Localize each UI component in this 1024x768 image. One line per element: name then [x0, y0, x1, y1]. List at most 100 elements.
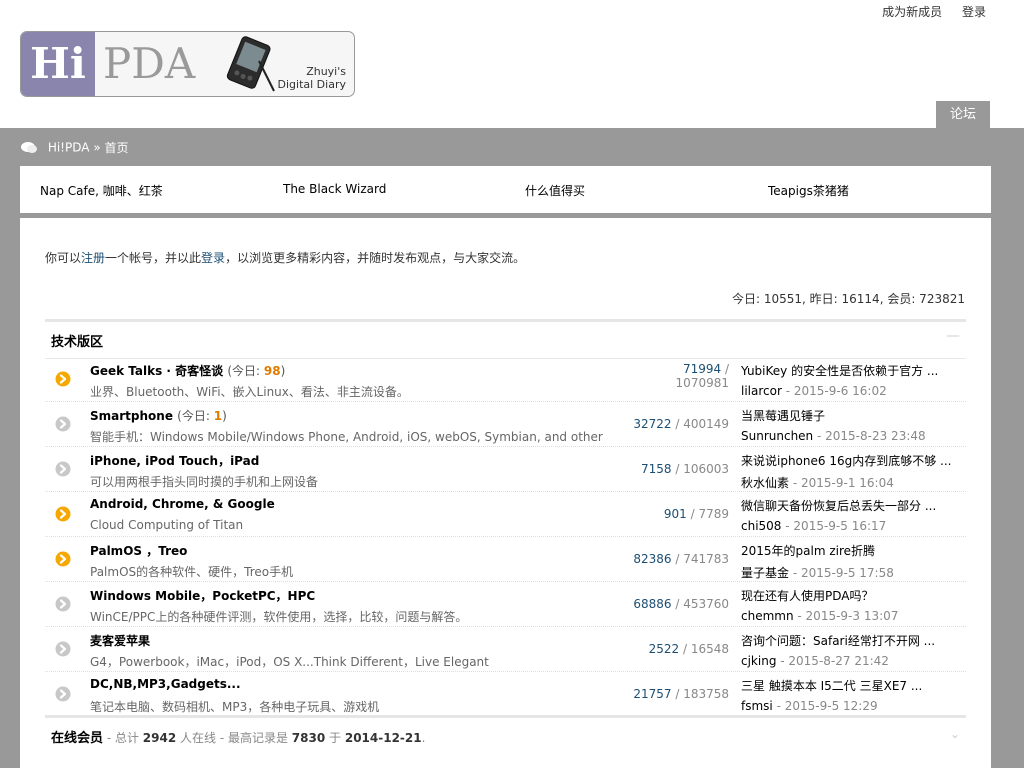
- forum-status-icon: [55, 551, 71, 567]
- forum-name[interactable]: Smartphone (今日: 1): [90, 407, 227, 424]
- today-close: ): [222, 409, 227, 423]
- last-post-user[interactable]: lilarcor: [741, 384, 782, 398]
- forum-today: (今日: 1): [177, 409, 227, 423]
- post-count: 106003: [683, 462, 729, 476]
- forum-description: G4，Powerbook，iMac，iPod，OS X...Think Diff…: [90, 655, 489, 669]
- section-title[interactable]: 技术版区: [51, 331, 103, 350]
- site-logo[interactable]: Hi PDA Zhuyi's Digital Diary: [20, 31, 355, 97]
- last-post-time: 2015-9-6 16:02: [793, 384, 887, 398]
- login-link[interactable]: 登录: [962, 5, 986, 19]
- last-post-title[interactable]: 现在还有人使用PDA吗？: [741, 587, 963, 604]
- last-post: 三星 触摸本本 I5二代 三星XE7 ... fsmsi - 2015-9-5 1…: [741, 677, 963, 713]
- forum-title[interactable]: Smartphone: [90, 409, 173, 423]
- user-links: 成为新成员 登录: [866, 3, 986, 20]
- forum-counts: 21757 / 183758: [633, 687, 729, 701]
- forum-name[interactable]: Geek Talks · 奇客怪谈 (今日: 98): [90, 362, 285, 379]
- post-count: 453760: [683, 597, 729, 611]
- forum-name[interactable]: PalmOS ，Treo: [90, 542, 187, 559]
- breadcrumb: Hi!PDA » 首页: [20, 139, 129, 156]
- post-count: 741783: [683, 552, 729, 566]
- online-members: 在线会员 - 总计 2942 人在线 - 最高记录是 7830 于 2014-1…: [45, 715, 966, 750]
- today-label: (今日:: [177, 409, 214, 423]
- forum-title[interactable]: Windows Mobile，PocketPC，HPC: [90, 589, 315, 603]
- last-post-title[interactable]: 2015年的palm zire折腾: [741, 542, 963, 559]
- forum-description: Cloud Computing of Titan: [90, 518, 244, 532]
- last-post: 微信聊天备份恢复后总丢失一部分 ... chi508 - 2015-9-5 16:…: [741, 497, 963, 533]
- last-post-meta: cjking - 2015-8-27 21:42: [741, 654, 889, 668]
- last-post-meta: chemmn - 2015-9-3 13:07: [741, 609, 899, 623]
- forum-name[interactable]: DC,NB,MP3,Gadgets...: [90, 677, 241, 691]
- forum-row: Windows Mobile，PocketPC，HPC WinCE/PPC上的各…: [45, 582, 966, 627]
- forum-row: PalmOS ，Treo PalmOS的各种软件、硬件，Treo手机 82386 …: [45, 537, 966, 582]
- online-record-date: 2014-12-21: [344, 731, 422, 745]
- breadcrumb-home[interactable]: Hi!PDA: [48, 141, 90, 155]
- forum-title[interactable]: 麦客爱苹果: [90, 634, 150, 648]
- post-count: 1070981: [675, 376, 729, 390]
- last-post-title[interactable]: 微信聊天备份恢复后总丢失一部分 ...: [741, 497, 963, 514]
- last-post-title[interactable]: 三星 触摸本本 I5二代 三星XE7 ...: [741, 677, 963, 694]
- tab-forum[interactable]: 论坛: [936, 101, 990, 128]
- forum-title[interactable]: PalmOS ，Treo: [90, 544, 187, 558]
- last-post-title[interactable]: 当黑莓遇见锤子: [741, 407, 963, 424]
- quick-links-bar: Nap Cafe, 咖啡、红茶 The Black Wizard 什么值得买 T…: [20, 166, 991, 213]
- last-post-time: 2015-8-23 23:48: [825, 429, 926, 443]
- last-post-title[interactable]: 咨询个问题：Safari经常打不开网 ...: [741, 632, 963, 649]
- last-post-title[interactable]: YubiKey 的安全性是否依赖于官方 ...: [741, 362, 963, 379]
- logo-subtitle-2: Digital Diary: [277, 78, 346, 91]
- last-post-meta: 量子基金 - 2015-9-5 17:58: [741, 566, 894, 580]
- quick-link-black-wizard[interactable]: The Black Wizard: [283, 182, 386, 196]
- forum-title[interactable]: Android, Chrome, & Google: [90, 497, 275, 511]
- forum-today: (今日: 98): [227, 364, 285, 378]
- forum-status-icon: [55, 371, 71, 387]
- online-text-1: - 总计: [103, 731, 143, 745]
- forum-name[interactable]: iPhone, iPod Touch，iPad: [90, 452, 259, 469]
- post-count: 400149: [683, 417, 729, 431]
- forum-title[interactable]: Geek Talks · 奇客怪谈: [90, 364, 223, 378]
- last-post-user[interactable]: chi508: [741, 519, 781, 533]
- last-post-user[interactable]: fsmsi: [741, 699, 773, 713]
- forum-description: PalmOS的各种软件、硬件，Treo手机: [90, 565, 294, 579]
- forum-description: 可以用两根手指头同时摸的手机和上网设备: [90, 475, 319, 489]
- header: 成为新成员 登录 Hi PDA Zhuyi's Digital Diary 论坛: [0, 0, 1024, 128]
- forum-row: Smartphone (今日: 1) 智能手机：Windows Mobile/Wi…: [45, 402, 966, 447]
- quick-link-nap-cafe[interactable]: Nap Cafe, 咖啡、红茶: [40, 182, 163, 199]
- thread-count: 21757: [633, 687, 672, 701]
- forum-counts: 71994 / 1070981: [675, 362, 729, 390]
- register-link[interactable]: 成为新成员: [882, 5, 942, 19]
- forum-status-icon: [55, 641, 71, 657]
- expand-icon[interactable]: ⌄: [950, 727, 960, 741]
- last-post-user[interactable]: Sunrunchen: [741, 429, 813, 443]
- quick-link-teapigs[interactable]: Teapigs茶猪猪: [768, 182, 849, 199]
- forum-description: WinCE/PPC上的各种硬件评测，软件使用，选择，比较，问题与解答。: [90, 610, 468, 624]
- last-post: 2015年的palm zire折腾 量子基金 - 2015-9-5 17:58: [741, 542, 963, 581]
- forum-row: 麦客爱苹果 G4，Powerbook，iMac，iPod，OS X...Thin…: [45, 627, 966, 672]
- last-post-meta: Sunrunchen - 2015-8-23 23:48: [741, 429, 926, 443]
- post-count: 16548: [690, 642, 729, 656]
- online-text: 在线会员 - 总计 2942 人在线 - 最高记录是 7830 于 2014-1…: [51, 727, 425, 746]
- today-count: 98: [263, 364, 281, 378]
- last-post-time: 2015-9-5 17:58: [800, 566, 894, 580]
- online-label[interactable]: 在线会员: [51, 731, 103, 746]
- last-post-meta: fsmsi - 2015-9-5 12:29: [741, 699, 878, 713]
- last-post-user[interactable]: chemmn: [741, 609, 794, 623]
- section-header: 技术版区 —: [45, 319, 966, 359]
- last-post-user[interactable]: 秋水仙素: [741, 476, 789, 490]
- forum-name[interactable]: 麦客爱苹果: [90, 632, 150, 649]
- last-post-user[interactable]: cjking: [741, 654, 776, 668]
- forum-row: Android, Chrome, & Google Cloud Computin…: [45, 492, 966, 537]
- forum-row: iPhone, iPod Touch，iPad 可以用两根手指头同时摸的手机和上…: [45, 447, 966, 492]
- forum-description: 笔记本电脑、数码相机、MP3，各种电子玩具、游戏机: [90, 700, 380, 714]
- forum-counts: 2522 / 16548: [648, 642, 729, 656]
- last-post-time: 2015-9-1 16:04: [800, 476, 894, 490]
- collapse-icon[interactable]: —: [946, 328, 960, 344]
- last-post-title[interactable]: 来说说iphone6 16g内存到底够不够 ...: [741, 452, 963, 469]
- quick-link-smzdm[interactable]: 什么值得买: [525, 182, 585, 199]
- forum-title[interactable]: iPhone, iPod Touch，iPad: [90, 454, 259, 468]
- today-count: 1: [213, 409, 223, 423]
- notice-login-link[interactable]: 登录: [201, 251, 225, 265]
- notice-register-link[interactable]: 注册: [81, 251, 105, 265]
- forum-title[interactable]: DC,NB,MP3,Gadgets...: [90, 677, 241, 691]
- last-post-user[interactable]: 量子基金: [741, 566, 789, 580]
- forum-name[interactable]: Windows Mobile，PocketPC，HPC: [90, 587, 315, 604]
- forum-name[interactable]: Android, Chrome, & Google: [90, 497, 275, 511]
